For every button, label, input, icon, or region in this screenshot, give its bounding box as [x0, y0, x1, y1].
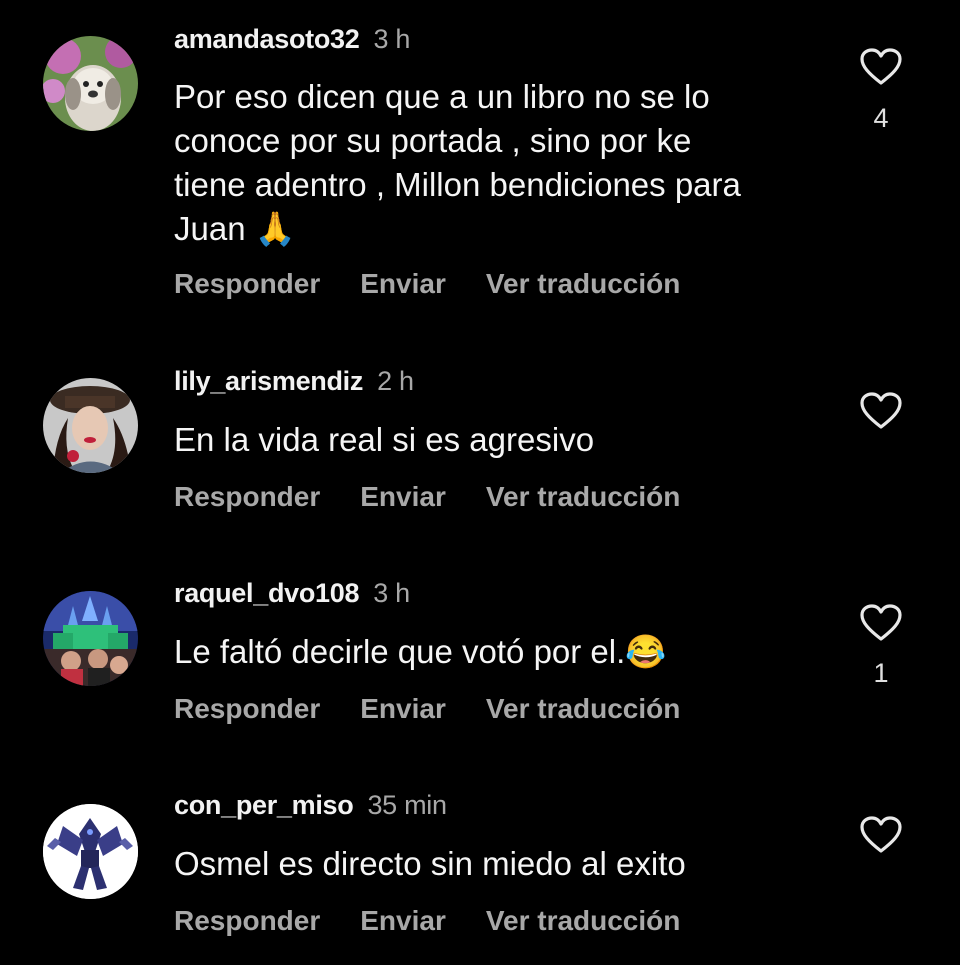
- translate-button[interactable]: Ver traducción: [486, 268, 681, 299]
- reply-button[interactable]: Responder: [174, 268, 320, 299]
- like-count: 1: [873, 658, 889, 688]
- send-button[interactable]: Enviar: [360, 693, 446, 724]
- username-text[interactable]: con_per_miso: [174, 790, 354, 820]
- username-text[interactable]: raquel_dvo108: [174, 578, 360, 608]
- comment-actions: Responder Enviar Ver traducción: [174, 905, 720, 937]
- comment-time: 35 min: [367, 790, 447, 820]
- heart-outline-icon[interactable]: [860, 48, 902, 86]
- heart-outline-icon[interactable]: [860, 816, 902, 854]
- reply-button[interactable]: Responder: [174, 693, 320, 724]
- avatar[interactable]: [43, 36, 138, 131]
- translate-button[interactable]: Ver traducción: [486, 905, 681, 936]
- comment-actions: Responder Enviar Ver traducción: [174, 268, 720, 300]
- send-button[interactable]: Enviar: [360, 481, 446, 512]
- avatar[interactable]: [43, 591, 138, 686]
- avatar[interactable]: [43, 378, 138, 473]
- send-button[interactable]: Enviar: [360, 905, 446, 936]
- username-text[interactable]: lily_arismendiz: [174, 366, 363, 396]
- heart-outline-icon[interactable]: [860, 604, 902, 642]
- comment-text: Osmel es directo sin miedo al exito: [174, 845, 686, 882]
- comment-actions: Responder Enviar Ver traducción: [174, 481, 720, 513]
- username[interactable]: amandasoto32 3 h: [174, 24, 410, 55]
- comment-text: En la vida real si es agresivo: [174, 421, 595, 458]
- comment-time: 3 h: [373, 578, 410, 608]
- translate-button[interactable]: Ver traducción: [486, 481, 681, 512]
- reply-button[interactable]: Responder: [174, 481, 320, 512]
- comment-actions: Responder Enviar Ver traducción: [174, 693, 720, 725]
- username[interactable]: con_per_miso 35 min: [174, 790, 447, 821]
- comment-text: Por eso dicen que a un libro no se lo co…: [174, 78, 741, 247]
- heart-outline-icon[interactable]: [860, 392, 902, 430]
- comment-text: Le faltó decirle que votó por el.😂: [174, 633, 667, 670]
- translate-button[interactable]: Ver traducción: [486, 693, 681, 724]
- reply-button[interactable]: Responder: [174, 905, 320, 936]
- comment-time: 2 h: [377, 366, 414, 396]
- username[interactable]: lily_arismendiz 2 h: [174, 366, 414, 397]
- username[interactable]: raquel_dvo108 3 h: [174, 578, 410, 609]
- send-button[interactable]: Enviar: [360, 268, 446, 299]
- comment-time: 3 h: [373, 24, 411, 54]
- like-count: 4: [873, 103, 889, 133]
- username-text[interactable]: amandasoto32: [174, 24, 360, 54]
- avatar[interactable]: [43, 804, 138, 899]
